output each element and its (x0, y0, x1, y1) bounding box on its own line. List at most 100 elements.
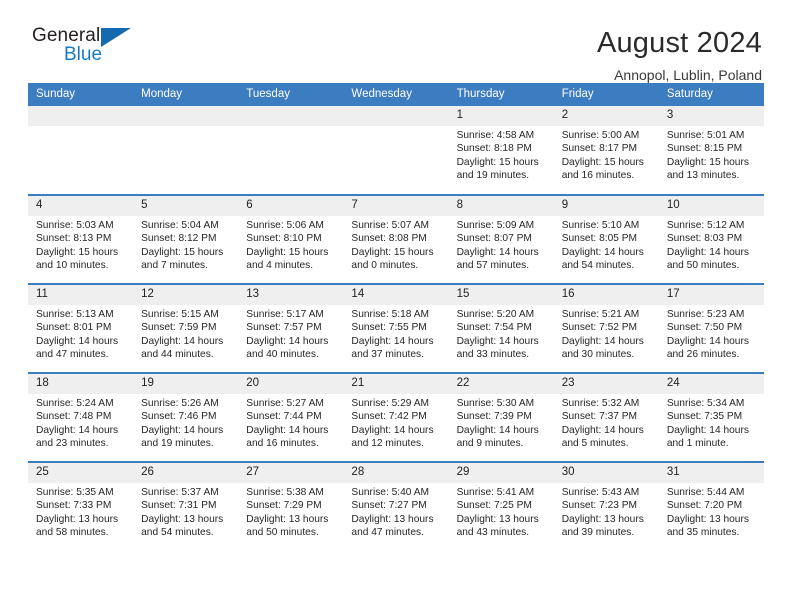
sunset-text: Sunset: 7:42 PM (351, 411, 427, 423)
sunrise-text: Sunrise: 5:26 AM (141, 398, 219, 409)
day-number: 4 (28, 196, 134, 216)
sunrise-text: Sunrise: 5:04 AM (141, 220, 219, 231)
calendar-day-cell[interactable]: 23 Sunrise: 5:32 AM Sunset: 7:37 PM Dayligh… (553, 372, 659, 462)
daylight-text-line1: Daylight: 13 hours (141, 513, 224, 525)
calendar-day-cell[interactable]: 30 Sunrise: 5:43 AM Sunset: 7:23 PM Dayligh… (553, 461, 659, 551)
day-number (133, 106, 239, 126)
daylight-text-line1: Daylight: 15 hours (36, 246, 119, 258)
sunset-text: Sunset: 7:54 PM (456, 322, 532, 334)
daylight-text-line2: and 39 minutes. (561, 527, 635, 539)
daylight-text-line1: Daylight: 14 hours (456, 335, 539, 347)
calendar-day-cell[interactable]: 4 Sunrise: 5:03 AM Sunset: 8:13 PM Daylight… (28, 194, 134, 284)
sunrise-text: Sunrise: 5:21 AM (561, 309, 640, 320)
calendar-day-cell[interactable]: 17 Sunrise: 5:23 AM Sunset: 7:50 PM Dayligh… (658, 283, 764, 373)
calendar-day-cell[interactable]: 7 Sunrise: 5:07 AM Sunset: 8:08 PM Daylight… (343, 194, 449, 284)
day-number: 20 (238, 374, 344, 394)
weekday-header-tuesday: Tuesday (238, 83, 344, 106)
daylight-text-line2: and 16 minutes. (246, 438, 319, 450)
sunset-text: Sunset: 7:55 PM (351, 322, 427, 334)
brand-name-general: General (32, 25, 101, 46)
calendar-day-cell-empty (238, 106, 344, 195)
calendar-day-cell[interactable]: 6 Sunrise: 5:06 AM Sunset: 8:10 PM Daylight… (238, 194, 344, 284)
calendar-day-cell[interactable]: 24 Sunrise: 5:34 AM Sunset: 7:35 PM Dayligh… (658, 372, 764, 462)
calendar-day-cell[interactable]: 14 Sunrise: 5:18 AM Sunset: 7:55 PM Dayligh… (343, 283, 449, 373)
calendar-day-cell[interactable]: 9 Sunrise: 5:10 AM Sunset: 8:05 PM Daylight… (553, 194, 659, 284)
calendar-page: General Blue August 2024 Annopol, Lublin… (0, 0, 792, 612)
day-sun-info: Sunrise: 5:06 AM Sunset: 8:10 PM Daylight:… (238, 216, 343, 273)
calendar-day-cell[interactable]: 3 Sunrise: 5:01 AM Sunset: 8:15 PM Daylight… (658, 106, 764, 195)
calendar-day-cell[interactable]: 28 Sunrise: 5:40 AM Sunset: 7:27 PM Dayligh… (343, 461, 449, 551)
calendar-day-cell[interactable]: 1 Sunrise: 4:58 AM Sunset: 8:18 PM Daylight… (448, 106, 554, 195)
daylight-text-line2: and 23 minutes. (36, 438, 109, 450)
day-number: 31 (658, 463, 764, 483)
calendar-day-cell[interactable]: 2 Sunrise: 5:00 AM Sunset: 8:17 PM Daylight… (553, 106, 659, 195)
weekday-header-sunday: Sunday (28, 83, 134, 106)
sunrise-text: Sunrise: 5:18 AM (351, 309, 430, 320)
calendar-day-cell[interactable]: 11 Sunrise: 5:13 AM Sunset: 8:01 PM Dayligh… (28, 283, 134, 373)
day-sun-info: Sunrise: 5:13 AM Sunset: 8:01 PM Daylight:… (28, 305, 133, 362)
sunrise-text: Sunrise: 5:24 AM (36, 398, 114, 409)
sunrise-text: Sunrise: 5:03 AM (36, 220, 114, 231)
daylight-text-line2: and 35 minutes. (666, 527, 740, 539)
sunset-text: Sunset: 7:33 PM (36, 500, 112, 512)
calendar-day-cell[interactable]: 27 Sunrise: 5:38 AM Sunset: 7:29 PM Dayligh… (238, 461, 344, 551)
day-number: 28 (343, 463, 449, 483)
day-sun-info: Sunrise: 5:30 AM Sunset: 7:39 PM Daylight:… (449, 394, 554, 451)
daylight-text-line1: Daylight: 15 hours (666, 156, 749, 168)
calendar-day-cell[interactable]: 31 Sunrise: 5:44 AM Sunset: 7:20 PM Dayligh… (658, 461, 764, 551)
sunset-text: Sunset: 7:35 PM (666, 411, 743, 423)
calendar-day-cell[interactable]: 21 Sunrise: 5:29 AM Sunset: 7:42 PM Dayligh… (343, 372, 449, 462)
calendar-day-cell[interactable]: 29 Sunrise: 5:41 AM Sunset: 7:25 PM Dayligh… (448, 461, 554, 551)
daylight-text-line2: and 12 minutes. (351, 438, 424, 450)
calendar-day-cell[interactable]: 25 Sunrise: 5:35 AM Sunset: 7:33 PM Dayligh… (28, 461, 134, 551)
daylight-text-line1: Daylight: 14 hours (456, 246, 539, 258)
day-sun-info: Sunrise: 5:37 AM Sunset: 7:31 PM Daylight:… (133, 483, 238, 540)
calendar-week-row: 4 Sunrise: 5:03 AM Sunset: 8:13 PM Daylight… (28, 194, 764, 284)
daylight-text-line2: and 47 minutes. (36, 349, 109, 361)
calendar-week-row: 25 Sunrise: 5:35 AM Sunset: 7:33 PM Dayligh… (28, 461, 764, 551)
calendar-day-cell[interactable]: 20 Sunrise: 5:27 AM Sunset: 7:44 PM Dayligh… (238, 372, 344, 462)
sunset-text: Sunset: 7:46 PM (141, 411, 217, 423)
calendar-day-cell[interactable]: 18 Sunrise: 5:24 AM Sunset: 7:48 PM Dayligh… (28, 372, 134, 462)
calendar-day-cell[interactable]: 8 Sunrise: 5:09 AM Sunset: 8:07 PM Daylight… (448, 194, 554, 284)
daylight-text-line2: and 33 minutes. (456, 349, 530, 361)
daylight-text-line2: and 30 minutes. (561, 349, 635, 361)
daylight-text-line2: and 13 minutes. (666, 170, 740, 182)
calendar-header-row: Sunday Monday Tuesday Wednesday Thursday Frid… (28, 83, 764, 106)
daylight-text-line1: Daylight: 13 hours (36, 513, 119, 525)
daylight-text-line1: Daylight: 13 hours (561, 513, 644, 525)
daylight-text-line2: and 40 minutes. (246, 349, 319, 361)
day-number: 8 (448, 196, 554, 216)
day-sun-info: Sunrise: 5:34 AM Sunset: 7:35 PM Daylight:… (659, 394, 764, 451)
calendar-day-cell[interactable]: 10 Sunrise: 5:12 AM Sunset: 8:03 PM Dayligh… (658, 194, 764, 284)
day-sun-info: Sunrise: 5:01 AM Sunset: 8:15 PM Daylight:… (659, 126, 764, 183)
sunset-text: Sunset: 8:13 PM (36, 233, 112, 245)
day-sun-info (238, 126, 343, 129)
calendar-day-cell-empty (28, 106, 134, 195)
calendar-day-cell[interactable]: 15 Sunrise: 5:20 AM Sunset: 7:54 PM Dayligh… (448, 283, 554, 373)
day-number: 15 (448, 285, 554, 305)
day-number: 16 (553, 285, 659, 305)
daylight-text-line1: Daylight: 14 hours (561, 424, 644, 436)
daylight-text-line1: Daylight: 15 hours (141, 246, 224, 258)
calendar-day-cell[interactable]: 16 Sunrise: 5:21 AM Sunset: 7:52 PM Dayligh… (553, 283, 659, 373)
day-number: 26 (133, 463, 239, 483)
day-sun-info: Sunrise: 5:18 AM Sunset: 7:55 PM Daylight:… (343, 305, 448, 362)
sunrise-text: Sunrise: 5:30 AM (456, 398, 535, 409)
sunset-text: Sunset: 7:59 PM (141, 322, 217, 334)
daylight-text-line1: Daylight: 15 hours (246, 246, 329, 258)
day-sun-info (133, 126, 238, 129)
calendar-day-cell[interactable]: 22 Sunrise: 5:30 AM Sunset: 7:39 PM Dayligh… (448, 372, 554, 462)
calendar-day-cell[interactable]: 12 Sunrise: 5:15 AM Sunset: 7:59 PM Dayligh… (133, 283, 239, 373)
daylight-text-line2: and 57 minutes. (456, 260, 530, 272)
calendar-day-cell[interactable]: 5 Sunrise: 5:04 AM Sunset: 8:12 PM Daylight… (133, 194, 239, 284)
calendar-day-cell[interactable]: 19 Sunrise: 5:26 AM Sunset: 7:46 PM Dayligh… (133, 372, 239, 462)
brand-logo[interactable]: General Blue (28, 26, 158, 74)
sunrise-text: Sunrise: 5:34 AM (666, 398, 745, 409)
calendar-day-cell[interactable]: 26 Sunrise: 5:37 AM Sunset: 7:31 PM Dayligh… (133, 461, 239, 551)
calendar-day-cell[interactable]: 13 Sunrise: 5:17 AM Sunset: 7:57 PM Dayligh… (238, 283, 344, 373)
sunset-text: Sunset: 7:52 PM (561, 322, 638, 334)
calendar-body: 1 Sunrise: 4:58 AM Sunset: 8:18 PM Daylight… (28, 106, 764, 551)
page-title: August 2024 (596, 27, 762, 59)
sunrise-text: Sunrise: 5:43 AM (561, 487, 640, 498)
